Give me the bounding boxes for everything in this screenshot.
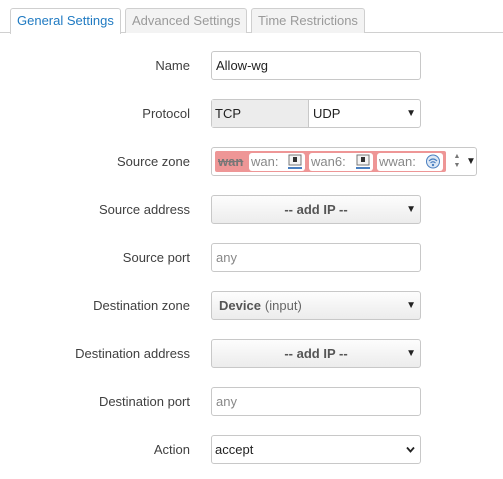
scroll-spinner[interactable]: ▲ ▼ bbox=[452, 152, 462, 172]
protocol-select[interactable]: TCP UDP ▼ bbox=[211, 99, 421, 128]
source-zone-row: Source zone wan wan: wan6: wwan: ▲ ▼ ▼ bbox=[0, 147, 503, 177]
protocol-label: Protocol bbox=[142, 106, 190, 121]
network-label-wan: wan: bbox=[251, 154, 279, 169]
protocol-udp-option[interactable]: UDP bbox=[310, 100, 420, 127]
chevron-down-icon: ▼ bbox=[466, 156, 476, 167]
source-address-row: Source address -- add IP -- ▼ bbox=[0, 195, 503, 225]
chevron-down-icon: ▼ bbox=[406, 300, 416, 311]
source-address-value: -- add IP -- bbox=[284, 202, 348, 217]
source-address-label: Source address bbox=[98, 202, 190, 217]
destination-zone-sub: (input) bbox=[264, 298, 302, 313]
destination-zone-select[interactable]: Device (input) ▼ bbox=[211, 291, 421, 320]
tab-bar: General Settings Advanced Settings Time … bbox=[0, 0, 503, 34]
action-label: Action bbox=[153, 442, 190, 457]
action-value: accept bbox=[215, 442, 254, 457]
source-port-label: Source port bbox=[122, 250, 190, 265]
network-label-wan6: wan6: bbox=[311, 154, 346, 169]
chevron-down-icon: ▼ bbox=[406, 108, 416, 119]
source-zone-select[interactable]: wan wan: wan6: wwan: ▲ ▼ ▼ bbox=[211, 147, 477, 176]
name-label: Name bbox=[155, 58, 190, 73]
chevron-down-icon: ▼ bbox=[406, 204, 416, 215]
destination-port-row: Destination port any bbox=[0, 387, 503, 417]
tab-time-restrictions[interactable]: Time Restrictions bbox=[251, 8, 365, 33]
zone-badge: wan wan: wan6: wwan: bbox=[215, 151, 446, 172]
protocol-row: Protocol TCP UDP ▼ bbox=[0, 99, 503, 129]
destination-address-row: Destination address -- add IP -- ▼ bbox=[0, 339, 503, 369]
network-chip-wan: wan: bbox=[249, 153, 305, 171]
tab-general-settings[interactable]: General Settings bbox=[10, 8, 121, 34]
destination-address-select[interactable]: -- add IP -- ▼ bbox=[211, 339, 421, 368]
zone-name: wan bbox=[218, 154, 244, 169]
chevron-down-icon bbox=[406, 446, 415, 453]
source-port-input[interactable]: any bbox=[211, 243, 421, 272]
destination-address-label: Destination address bbox=[75, 346, 190, 361]
destination-address-value: -- add IP -- bbox=[284, 346, 348, 361]
destination-port-label: Destination port bbox=[98, 394, 190, 409]
source-zone-label: Source zone bbox=[117, 154, 190, 169]
destination-zone-row: Destination zone Device (input) ▼ bbox=[0, 291, 503, 321]
network-label-wwan: wwan: bbox=[379, 154, 416, 169]
action-select[interactable]: accept bbox=[211, 435, 421, 464]
ethernet-port-icon bbox=[356, 154, 370, 169]
network-chip-wwan: wwan: bbox=[377, 153, 443, 171]
chevron-down-icon: ▼ bbox=[406, 348, 416, 359]
action-row: Action accept bbox=[0, 435, 503, 465]
destination-port-input[interactable]: any bbox=[211, 387, 421, 416]
source-address-select[interactable]: -- add IP -- ▼ bbox=[211, 195, 421, 224]
name-row: Name Allow-wg bbox=[0, 51, 503, 81]
name-input[interactable]: Allow-wg bbox=[211, 51, 421, 80]
destination-zone-value: Device (input) bbox=[219, 292, 302, 319]
wireless-icon bbox=[426, 154, 440, 169]
tab-advanced-settings[interactable]: Advanced Settings bbox=[125, 8, 248, 33]
network-chip-wan6: wan6: bbox=[309, 153, 373, 171]
ethernet-port-icon bbox=[288, 154, 302, 169]
destination-zone-name: Device bbox=[219, 298, 261, 313]
source-port-row: Source port any bbox=[0, 243, 503, 273]
protocol-tcp-option[interactable]: TCP bbox=[212, 100, 309, 127]
destination-zone-label: Destination zone bbox=[93, 298, 190, 313]
